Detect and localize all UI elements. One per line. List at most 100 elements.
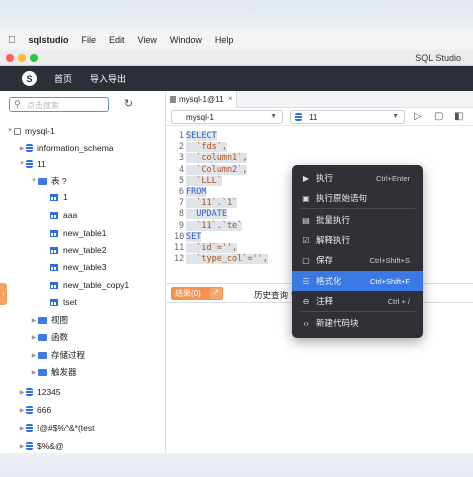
tree-item[interactable]: aaa — [42, 207, 77, 223]
top-background — [0, 0, 473, 30]
menu-item-comment[interactable]: ⊖ 注释 Ctrl + / — [292, 291, 423, 311]
menu-help[interactable]: Help — [215, 35, 234, 45]
code-line: `fds`, — [186, 142, 227, 153]
code-line: SET — [186, 231, 202, 242]
chevron-down-icon[interactable]: ▼ — [18, 161, 26, 167]
menu-item-explain[interactable]: ☑ 解释执行 — [292, 230, 423, 250]
tree-item[interactable]: new_table1 — [42, 225, 106, 241]
menu-app-name[interactable]: sqlstudio — [29, 35, 69, 45]
save-icon: ▢ — [302, 255, 310, 265]
connection-select[interactable]: mysql-1 ▼ — [171, 110, 283, 124]
apple-icon[interactable]:  — [8, 35, 16, 46]
tree-item[interactable]: ▶ information_schema — [18, 140, 114, 156]
close-window-button[interactable] — [6, 54, 14, 62]
chevron-right-icon[interactable]: ▶ — [18, 145, 26, 152]
stop-icon[interactable]: ▢ — [434, 111, 443, 122]
tree-item[interactable]: ▶ 666 — [18, 402, 52, 418]
refresh-icon[interactable]: ↻ — [124, 97, 133, 110]
tree-item[interactable]: ▼ 表 ? — [30, 173, 67, 189]
menu-item-code[interactable]: ‹› 新建代码块 — [292, 313, 423, 333]
search-input[interactable]: ⚲ 点击搜索 — [9, 97, 109, 112]
tree-item[interactable]: new_table2 — [42, 242, 106, 258]
chevron-right-icon[interactable]: ▶ — [30, 317, 38, 324]
code-icon: ‹› — [303, 318, 309, 328]
tree-item[interactable]: ▶ 存储过程 — [30, 347, 85, 363]
menu-item-label: 注释 — [316, 296, 334, 306]
collapse-sidebar-icon[interactable]: ‹ — [0, 283, 7, 305]
tree-item[interactable]: new_table_copy1 — [42, 277, 129, 293]
menu-separator — [300, 311, 415, 312]
nav-home[interactable]: 首页 — [54, 72, 72, 85]
database-icon — [26, 388, 33, 396]
menu-item-play[interactable]: ▶ 执行 Ctrl+Enter — [292, 168, 423, 188]
database-icon — [26, 406, 33, 414]
tree-item[interactable]: tset — [42, 294, 77, 310]
tree-item-label: 12345 — [37, 387, 61, 397]
menu-item-label: 执行原始语句 — [316, 193, 368, 203]
window-title: SQL Studio — [415, 53, 461, 63]
tree-item[interactable]: ▶ $%&@ — [18, 438, 64, 453]
table-icon — [50, 229, 58, 237]
folder-icon — [38, 351, 47, 359]
table-icon — [50, 211, 58, 219]
menu-edit[interactable]: Edit — [109, 35, 125, 45]
expand-icon[interactable]: ↗ — [210, 288, 222, 299]
database-icon — [26, 424, 33, 432]
code-line: `LLL` — [186, 175, 222, 186]
history-query-tab[interactable]: 历史查询 — [254, 289, 288, 301]
minimize-window-button[interactable] — [18, 54, 26, 62]
tab-close-icon[interactable]: × — [228, 94, 233, 103]
menu-item-shortcut: Ctrl+Enter — [376, 173, 410, 183]
code-line: SELECT — [186, 131, 217, 141]
tree-item[interactable]: ▶ 函数 — [30, 329, 68, 345]
tree-item[interactable]: ▼ mysql-1 — [6, 123, 55, 139]
tree-item[interactable]: ▶ 触发器 — [30, 364, 77, 380]
tree-item-label: tset — [63, 297, 77, 307]
chevron-right-icon[interactable]: ▶ — [18, 407, 26, 414]
code-line: `Column2`, — [186, 164, 248, 175]
line-number: 5 — [178, 175, 184, 186]
tree-item[interactable]: 1 — [42, 189, 68, 205]
menu-separator — [300, 208, 415, 209]
tab-mysql-1-11[interactable]: mysql-1@11 × — [166, 91, 237, 108]
menu-window[interactable]: Window — [170, 35, 202, 45]
folder-icon — [38, 316, 47, 324]
code-line: `type_col`='', — [186, 254, 268, 265]
play-icon: ▶ — [302, 173, 310, 183]
tree-item[interactable]: ▶ 12345 — [18, 384, 61, 400]
chevron-right-icon[interactable]: ▶ — [30, 352, 38, 359]
chevron-down-icon: ▼ — [270, 113, 277, 120]
run-icon[interactable]: ▷ — [414, 111, 422, 122]
tree-item[interactable]: ▼ 11 — [18, 156, 46, 172]
chevron-right-icon[interactable]: ▶ — [18, 425, 26, 432]
chevron-right-icon[interactable]: ▶ — [18, 389, 26, 396]
tree-item-label: 表 ? — [51, 176, 67, 186]
menu-item-format[interactable]: ☰ 格式化 Ctrl+Shift+F — [292, 271, 423, 291]
chevron-right-icon[interactable]: ▶ — [30, 334, 38, 341]
result-tab[interactable]: 结果(0) ↗ — [171, 287, 223, 300]
nav-import-export[interactable]: 导入导出 — [90, 72, 126, 85]
tree-item-label: new_table3 — [63, 262, 107, 272]
connection-icon — [14, 127, 21, 135]
chevron-down-icon[interactable]: ▼ — [6, 128, 14, 134]
folder-icon — [38, 177, 47, 185]
database-select[interactable]: 11 ▼ — [290, 110, 405, 124]
tree-item[interactable]: new_table3 — [42, 259, 106, 275]
layout-icon[interactable]: ◧ — [454, 111, 463, 122]
table-icon — [50, 298, 58, 306]
result-tab-label: 结果(0) — [175, 289, 201, 298]
menu-view[interactable]: View — [138, 35, 157, 45]
tree-item[interactable]: ▶ 视图 — [30, 312, 68, 328]
zoom-window-button[interactable] — [30, 54, 38, 62]
menu-item-batch[interactable]: ▤ 批量执行 — [292, 210, 423, 230]
chevron-down-icon[interactable]: ▼ — [30, 178, 38, 184]
menu-item-play-raw[interactable]: ▣ 执行原始语句 — [292, 188, 423, 208]
tree-item-label: mysql-1 — [25, 126, 55, 136]
tree-item-label: new_table_copy1 — [63, 280, 130, 290]
menu-item-save[interactable]: ▢ 保存 Ctrl+Shift+S — [292, 250, 423, 270]
tree-item[interactable]: ▶ !@#$%^&*(test — [18, 420, 95, 436]
search-icon: ⚲ — [14, 99, 21, 109]
chevron-right-icon[interactable]: ▶ — [18, 443, 26, 450]
menu-file[interactable]: File — [82, 35, 97, 45]
chevron-right-icon[interactable]: ▶ — [30, 369, 38, 376]
